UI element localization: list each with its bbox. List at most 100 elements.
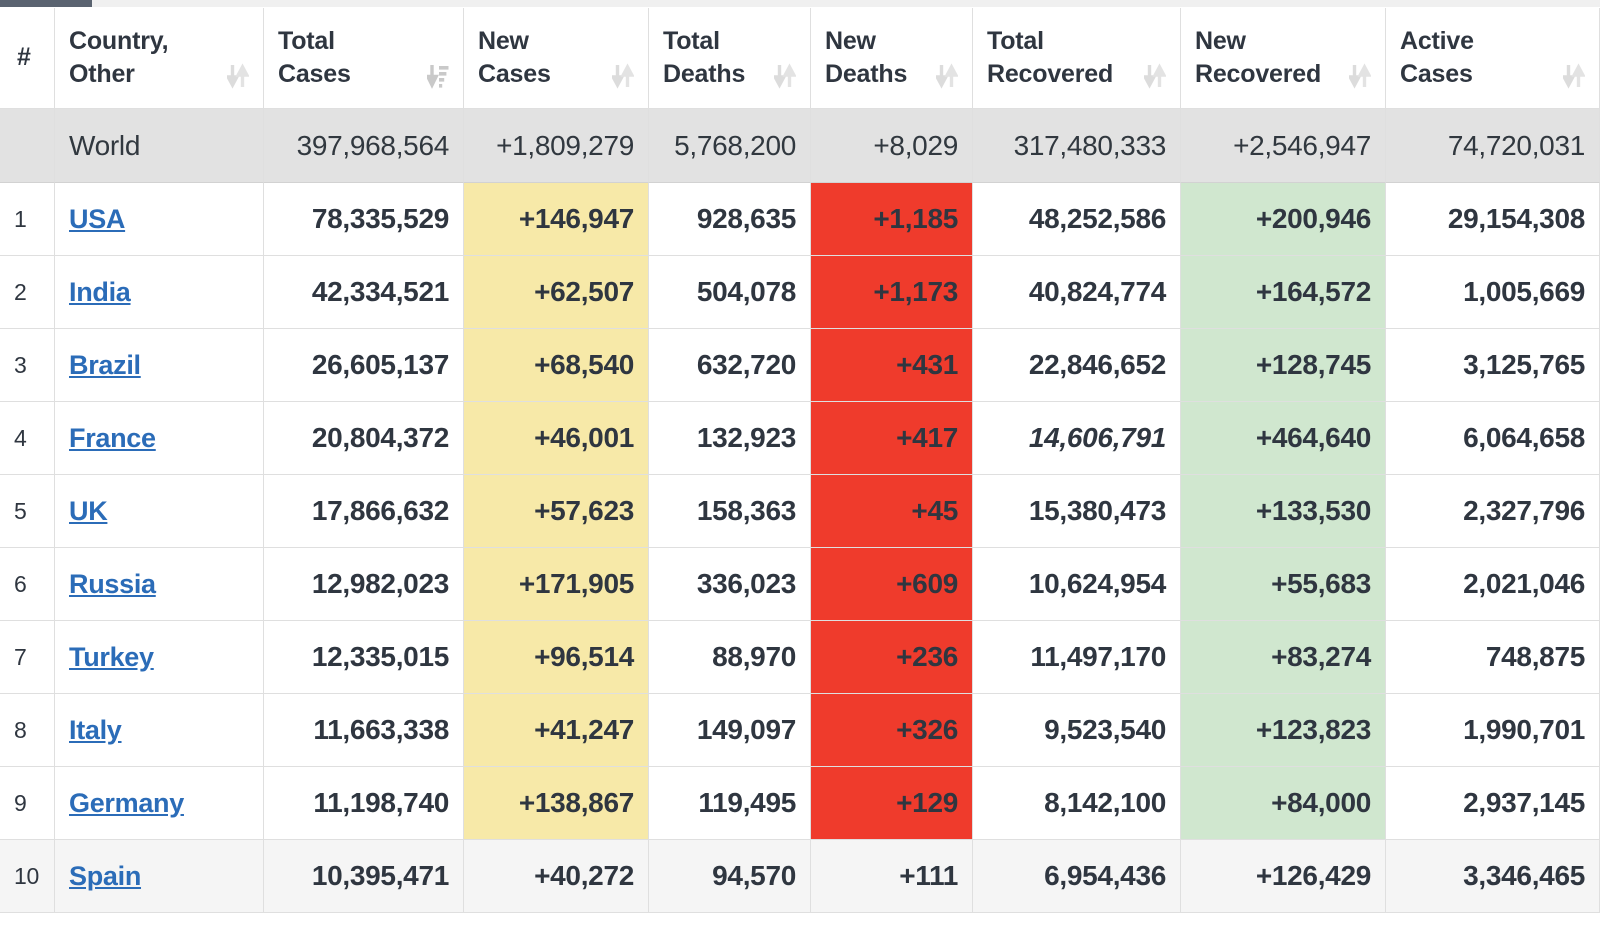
column-header-new-deaths-label: New Deaths [825,26,908,88]
country-cell: Brazil [55,329,264,402]
table-row[interactable]: 4 France 20,804,372 +46,001 132,923 +417 14,60… [0,402,1600,475]
new-deaths-cell: +431 [811,329,973,402]
rank-cell: 5 [0,475,55,548]
new-recovered-cell: +123,823 [1181,694,1386,767]
country-link[interactable]: USA [69,204,125,234]
new-deaths-cell: +8,029 [811,109,973,183]
active-cases-cell: 748,875 [1386,621,1600,694]
header-row: # Country, Other Total Cases New Cases T… [0,7,1600,109]
new-cases-cell: +138,867 [464,767,649,840]
sort-both-icon[interactable] [1561,63,1586,89]
column-header-total-deaths[interactable]: Total Deaths [649,7,811,109]
country-cell: India [55,256,264,329]
rank-cell: 8 [0,694,55,767]
table-row[interactable]: 2 India 42,334,521 +62,507 504,078 +1,173 40,8… [0,256,1600,329]
country-link[interactable]: Brazil [69,350,141,380]
table-body: World 397,968,564 +1,809,279 5,768,200 +8,02… [0,109,1600,913]
new-deaths-cell: +111 [811,840,973,913]
active-cases-cell: 74,720,031 [1386,109,1600,183]
active-cases-cell: 1,005,669 [1386,256,1600,329]
total-cases-cell: 20,804,372 [264,402,464,475]
column-header-new-cases[interactable]: New Cases [464,7,649,109]
sort-both-icon[interactable] [225,63,250,89]
covid-table-page: # Country, Other Total Cases New Cases T… [0,0,1600,935]
table-row[interactable]: 7 Turkey 12,335,015 +96,514 88,970 +236 11,497… [0,621,1600,694]
column-header-rank[interactable]: # [0,7,55,109]
column-header-total-recovered[interactable]: Total Recovered [973,7,1181,109]
sort-both-icon[interactable] [934,63,959,89]
table-row[interactable]: 3 Brazil 26,605,137 +68,540 632,720 +431 22,84… [0,329,1600,402]
scrollbar-thumb[interactable] [0,0,92,7]
total-recovered-cell: 48,252,586 [973,183,1181,256]
total-recovered-cell: 9,523,540 [973,694,1181,767]
column-header-new-recovered[interactable]: New Recovered [1181,7,1386,109]
total-deaths-cell: 88,970 [649,621,811,694]
coronavirus-statistics-table: # Country, Other Total Cases New Cases T… [0,7,1600,913]
new-cases-cell: +146,947 [464,183,649,256]
rank-cell: 6 [0,548,55,621]
total-deaths-cell: 928,635 [649,183,811,256]
country-link[interactable]: Turkey [69,642,154,672]
country-link[interactable]: India [69,277,131,307]
rank-cell: 4 [0,402,55,475]
column-header-total-cases[interactable]: Total Cases [264,7,464,109]
new-deaths-cell: +129 [811,767,973,840]
new-cases-cell: +68,540 [464,329,649,402]
column-header-new-recovered-label: New Recovered [1195,26,1322,88]
country-link[interactable]: France [69,423,156,453]
column-header-total-recovered-label: Total Recovered [987,26,1114,88]
total-recovered-cell: 22,846,652 [973,329,1181,402]
table-row[interactable]: 1 USA 78,335,529 +146,947 928,635 +1,185 48,25… [0,183,1600,256]
table-row[interactable]: 5 UK 17,866,632 +57,623 158,363 +45 15,380,473… [0,475,1600,548]
table-row[interactable]: 10 Spain 10,395,471 +40,272 94,570 +111 6,954,… [0,840,1600,913]
horizontal-scrollbar[interactable] [0,0,1600,8]
total-cases-cell: 26,605,137 [264,329,464,402]
country-link[interactable]: Spain [69,861,141,891]
new-deaths-cell: +609 [811,548,973,621]
country-link[interactable]: Russia [69,569,156,599]
new-recovered-cell: +200,946 [1181,183,1386,256]
total-deaths-cell: 504,078 [649,256,811,329]
new-recovered-cell: +164,572 [1181,256,1386,329]
total-recovered-cell: 15,380,473 [973,475,1181,548]
country-link[interactable]: UK [69,496,108,526]
total-cases-cell: 12,982,023 [264,548,464,621]
scrollbar-track[interactable] [0,0,1600,7]
total-recovered-cell: 11,497,170 [973,621,1181,694]
active-cases-cell: 1,990,701 [1386,694,1600,767]
column-header-country[interactable]: Country, Other [55,7,264,109]
country-cell: Italy [55,694,264,767]
column-header-total-deaths-label: Total Deaths [663,26,746,88]
sort-both-icon[interactable] [1347,63,1372,89]
new-recovered-cell: +133,530 [1181,475,1386,548]
new-deaths-cell: +417 [811,402,973,475]
new-recovered-cell: +55,683 [1181,548,1386,621]
country-link[interactable]: Italy [69,715,122,745]
column-header-active-cases[interactable]: Active Cases [1386,7,1600,109]
new-recovered-cell: +464,640 [1181,402,1386,475]
table-row[interactable]: 6 Russia 12,982,023 +171,905 336,023 +609 10,6… [0,548,1600,621]
country-link[interactable]: Germany [69,788,184,818]
column-header-new-deaths[interactable]: New Deaths [811,7,973,109]
country-cell: Germany [55,767,264,840]
new-recovered-cell: +2,546,947 [1181,109,1386,183]
rank-cell: 10 [0,840,55,913]
table-row[interactable]: 9 Germany 11,198,740 +138,867 119,495 +129 8,1… [0,767,1600,840]
total-recovered-cell: 6,954,436 [973,840,1181,913]
table-row[interactable]: 8 Italy 11,663,338 +41,247 149,097 +326 9,523,… [0,694,1600,767]
total-cases-cell: 397,968,564 [264,109,464,183]
sort-amount-down-icon[interactable] [425,63,449,90]
new-deaths-cell: +326 [811,694,973,767]
country-cell: Russia [55,548,264,621]
new-recovered-cell: +83,274 [1181,621,1386,694]
new-cases-cell: +46,001 [464,402,649,475]
new-deaths-cell: +45 [811,475,973,548]
country-cell: UK [55,475,264,548]
sort-both-icon[interactable] [772,63,797,89]
new-recovered-cell: +84,000 [1181,767,1386,840]
total-deaths-cell: 158,363 [649,475,811,548]
rank-cell [0,109,55,183]
column-header-new-cases-label: New Cases [478,26,551,88]
sort-both-icon[interactable] [1142,63,1167,89]
sort-both-icon[interactable] [610,63,635,89]
